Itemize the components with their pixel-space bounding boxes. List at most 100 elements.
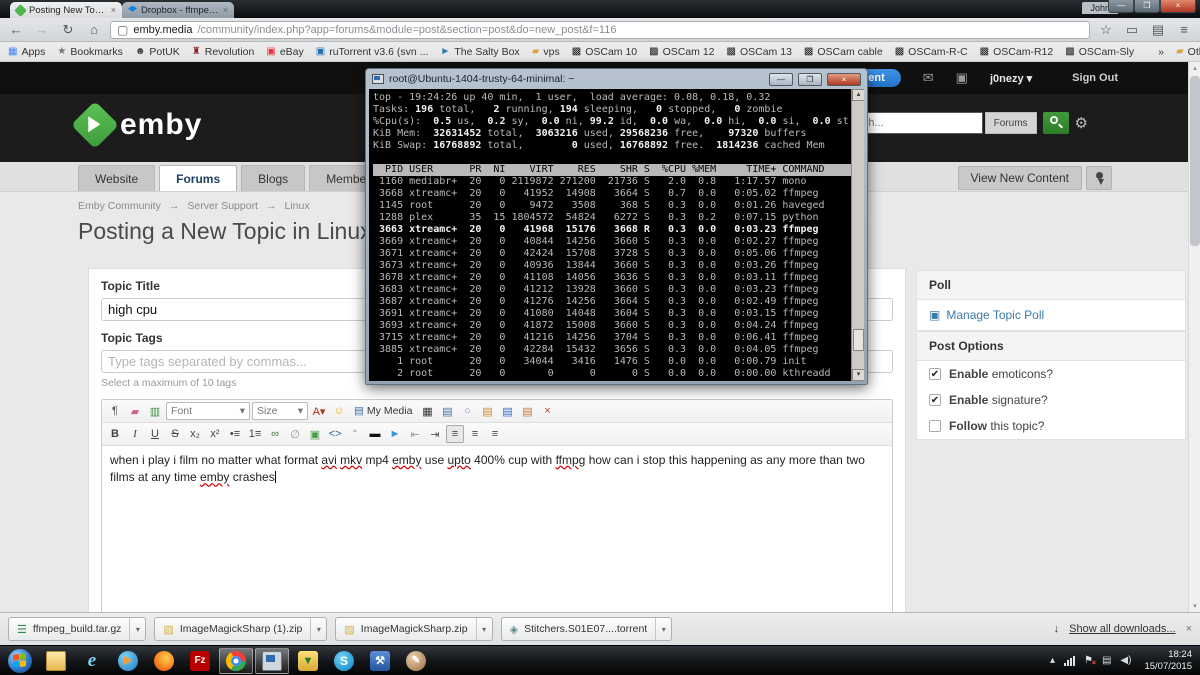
tweet-icon[interactable]: ►: [386, 425, 404, 443]
bookmark-item[interactable]: ▣ eBay: [266, 46, 303, 58]
download-item[interactable]: ☰ ffmpeg_build.tar.gz ▾: [8, 617, 147, 641]
bookmark-item[interactable]: ▦ Apps: [8, 46, 45, 58]
scrollbar-thumb[interactable]: [1190, 76, 1200, 246]
emby-logo[interactable]: emby: [70, 100, 202, 150]
box-blue-icon[interactable]: ▤: [498, 402, 516, 420]
firefox-icon[interactable]: [147, 648, 181, 674]
bookmark-item[interactable]: ★ Bookmarks: [57, 46, 122, 58]
box-orange-icon[interactable]: ▤: [478, 402, 496, 420]
tray-expand-icon[interactable]: ▴: [1050, 655, 1055, 666]
balloon-icon[interactable]: ○: [458, 402, 476, 420]
terminal-maximize-button[interactable]: ❐: [798, 72, 822, 86]
table-icon[interactable]: ▦: [418, 402, 436, 420]
terminal-scroll-thumb[interactable]: [853, 329, 864, 351]
chrome-icon[interactable]: [219, 647, 253, 674]
my-media-button[interactable]: ▤ My Media: [350, 402, 416, 420]
skype-icon[interactable]: S: [327, 648, 361, 674]
window-minimize-button[interactable]: —: [1108, 0, 1134, 13]
cast-icon[interactable]: ▭: [1122, 22, 1142, 38]
download-item-main[interactable]: ☰ ffmpeg_build.tar.gz: [9, 618, 129, 640]
media-player-icon[interactable]: ▶: [111, 648, 145, 674]
bookmark-item[interactable]: ▣ ruTorrent v3.6 (svn ...: [316, 46, 429, 58]
text-color-icon[interactable]: A▾: [310, 402, 328, 420]
gimp-icon[interactable]: ✎: [399, 648, 433, 674]
internet-explorer-icon[interactable]: e: [75, 648, 109, 674]
bookmark-item[interactable]: ☻ PotUK: [135, 46, 180, 58]
checkbox[interactable]: ✔: [929, 394, 941, 406]
editor-content[interactable]: when i play i film no matter what format…: [102, 446, 892, 612]
tab-blogs[interactable]: Blogs: [241, 165, 306, 191]
winscp-icon[interactable]: ▼: [291, 648, 325, 674]
downloads-bar-close-icon[interactable]: ×: [1186, 623, 1192, 635]
unlink-icon[interactable]: ∅: [286, 425, 304, 443]
download-item-menu-icon[interactable]: ▾: [310, 618, 326, 640]
bookmark-item[interactable]: ♜ Revolution: [192, 46, 255, 58]
download-item[interactable]: ▨ ImageMagickSharp (1).zip ▾: [154, 617, 328, 641]
bookmark-item[interactable]: ▩ OSCam 13: [727, 46, 792, 58]
reload-button[interactable]: ↻: [58, 22, 78, 38]
checkbox[interactable]: [929, 420, 941, 432]
network-icon[interactable]: [1064, 655, 1075, 666]
strikethrough-icon[interactable]: S: [166, 425, 184, 443]
tool-icon[interactable]: ⚒: [363, 648, 397, 674]
sign-out-link[interactable]: Sign Out: [1072, 72, 1118, 84]
bookmark-item[interactable]: ▩ OSCam-R12: [980, 46, 1054, 58]
size-select[interactable]: Size ▾: [252, 402, 308, 420]
paste-icon[interactable]: ▥: [146, 402, 164, 420]
download-item-main[interactable]: ▨ ImageMagickSharp.zip: [336, 618, 475, 640]
download-item-menu-icon[interactable]: ▾: [655, 618, 671, 640]
address-bar[interactable]: ▢ emby.media/community/index.php?app=for…: [110, 20, 1090, 39]
bookmark-item[interactable]: ▩ OSCam-R-C: [895, 46, 968, 58]
superscript-icon[interactable]: x²: [206, 425, 224, 443]
notifications-icon[interactable]: ▣: [956, 70, 968, 86]
search-scope-button[interactable]: Forums: [984, 112, 1037, 134]
link-icon[interactable]: ∞: [266, 425, 284, 443]
quote-icon[interactable]: “: [346, 425, 364, 443]
show-blocks-icon[interactable]: ¶: [106, 402, 124, 420]
filezilla-icon[interactable]: Fz: [183, 648, 217, 674]
image-icon[interactable]: ▣: [306, 425, 324, 443]
bookmark-item[interactable]: ▩ OSCam 12: [649, 46, 714, 58]
bookmark-item[interactable]: ▰ vps: [532, 46, 560, 58]
bookmark-item[interactable]: ▩ OSCam 10: [572, 46, 637, 58]
indent-icon[interactable]: ⇥: [426, 425, 444, 443]
menu-icon[interactable]: ≡: [1174, 22, 1194, 37]
emoticons-icon[interactable]: ☺: [330, 402, 348, 420]
download-item[interactable]: ▨ ImageMagickSharp.zip ▾: [335, 617, 493, 641]
start-button[interactable]: [3, 648, 37, 674]
numbered-list-icon[interactable]: 1≡: [246, 425, 264, 443]
checkbox[interactable]: ✔: [929, 368, 941, 380]
remove-format-icon[interactable]: ×: [538, 402, 556, 420]
window-maximize-button[interactable]: ❐: [1134, 0, 1160, 13]
messages-icon[interactable]: ✉: [923, 70, 934, 86]
align-center-icon[interactable]: ≡: [466, 425, 484, 443]
home-button[interactable]: ⌂: [84, 22, 104, 37]
bullet-list-icon[interactable]: •≡: [226, 425, 244, 443]
terminal-scroll-up[interactable]: ▴: [852, 89, 864, 101]
terminal-close-button[interactable]: ×: [827, 72, 861, 86]
outdent-icon[interactable]: ⇤: [406, 425, 424, 443]
breadcrumb-item[interactable]: Linux: [284, 200, 309, 212]
show-all-downloads-link[interactable]: Show all downloads...: [1069, 623, 1175, 635]
tray-clock[interactable]: 18:24 15/07/2015: [1140, 649, 1192, 673]
align-right-icon[interactable]: ≡: [486, 425, 504, 443]
window-close-button[interactable]: ×: [1160, 0, 1196, 13]
box-word-icon[interactable]: ▤: [518, 402, 536, 420]
search-button[interactable]: [1042, 112, 1069, 134]
scroll-up-icon[interactable]: ▴: [1189, 64, 1200, 72]
download-item-main[interactable]: ◈ Stitchers.S01E07....torrent: [502, 618, 656, 640]
spoiler-icon[interactable]: ▬: [366, 425, 384, 443]
eraser-icon[interactable]: ▰: [126, 402, 144, 420]
download-item[interactable]: ◈ Stitchers.S01E07....torrent ▾: [500, 617, 673, 641]
terminal-scroll-down[interactable]: ▾: [852, 369, 864, 381]
tab-close-icon[interactable]: ×: [111, 5, 116, 15]
align-left-icon[interactable]: ≡: [446, 425, 464, 443]
italic-icon[interactable]: I: [126, 425, 144, 443]
bookmark-item[interactable]: ► The Salty Box: [440, 46, 519, 58]
bookmark-item[interactable]: ▩ OSCam-Sly: [1065, 46, 1134, 58]
scroll-down-icon[interactable]: ▾: [1189, 602, 1200, 610]
forward-button[interactable]: →: [32, 22, 52, 37]
browser-tab[interactable]: Posting New Topic - Emb ×: [10, 2, 122, 18]
extension-icon[interactable]: ▤: [1148, 22, 1168, 38]
font-select[interactable]: Font ▾: [166, 402, 250, 420]
